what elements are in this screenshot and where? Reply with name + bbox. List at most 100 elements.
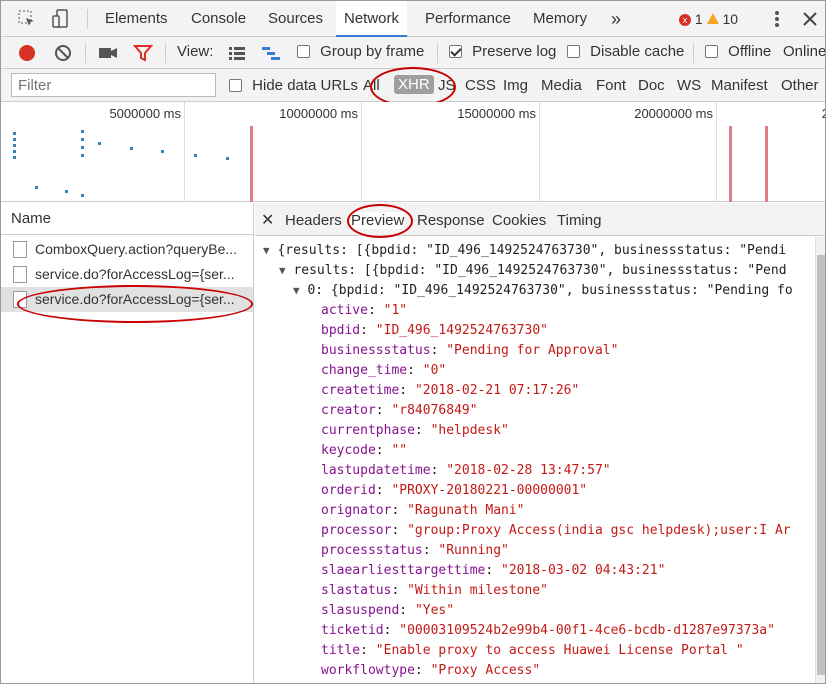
json-item0-line[interactable]: ▼ 0: {bpdid: "ID_496_1492524763730", bus… bbox=[293, 281, 793, 301]
json-root-line[interactable]: ▼ {results: [{bpdid: "ID_496_14925247637… bbox=[263, 241, 786, 261]
waterfall-icon[interactable] bbox=[261, 43, 281, 63]
tab-performance[interactable]: Performance bbox=[425, 1, 511, 37]
expand-triangle-icon[interactable]: ▼ bbox=[279, 264, 286, 277]
json-field-value: "helpdesk" bbox=[430, 423, 509, 438]
json-colon: : bbox=[485, 563, 502, 578]
preserve-log-checkbox[interactable] bbox=[449, 45, 462, 58]
json-field-line[interactable]: title: "Enable proxy to access Huawei Li… bbox=[321, 641, 744, 661]
tab-memory[interactable]: Memory bbox=[533, 1, 587, 37]
json-field-line[interactable]: orderid: "PROXY-20180221-00000001" bbox=[321, 481, 587, 501]
network-overview[interactable]: 5000000 ms 10000000 ms 15000000 ms 20000… bbox=[1, 102, 825, 202]
request-detail: ✕ Headers Preview Response Cookies Timin… bbox=[255, 203, 825, 683]
throttling-select[interactable]: Online bbox=[783, 43, 825, 60]
json-field-key: slaearliesttargettime bbox=[321, 563, 486, 578]
json-field-line[interactable]: businessstatus: "Pending for Approval" bbox=[321, 341, 618, 361]
expand-triangle-icon[interactable]: ▼ bbox=[293, 284, 300, 297]
record-icon[interactable] bbox=[17, 43, 37, 63]
tab-response[interactable]: Response bbox=[417, 212, 485, 229]
json-field-key: processstatus bbox=[321, 543, 423, 558]
json-field-line[interactable]: createtime: "2018-02-21 07:17:26" bbox=[321, 381, 579, 401]
tab-elements[interactable]: Elements bbox=[105, 1, 168, 37]
close-detail-icon[interactable]: ✕ bbox=[261, 210, 274, 230]
console-counts[interactable]: x 1 10 bbox=[679, 11, 738, 27]
inspect-element-icon[interactable] bbox=[17, 9, 37, 29]
group-by-frame-checkbox[interactable] bbox=[297, 45, 310, 58]
json-field-line[interactable]: creator: "r84076849" bbox=[321, 401, 478, 421]
filter-icon[interactable] bbox=[132, 43, 154, 63]
json-field-key: slastatus bbox=[321, 583, 392, 598]
json-field-line[interactable]: processstatus: "Running" bbox=[321, 541, 509, 561]
overview-gridline bbox=[184, 102, 185, 202]
group-by-frame-option[interactable]: Group by frame bbox=[297, 43, 424, 60]
json-field-line[interactable]: currentphase: "helpdesk" bbox=[321, 421, 509, 441]
tab-sources[interactable]: Sources bbox=[268, 1, 323, 37]
more-tabs-button[interactable]: » bbox=[611, 1, 621, 37]
filter-ws[interactable]: WS bbox=[677, 77, 701, 94]
overview-tick: 15000000 ms bbox=[457, 106, 536, 121]
json-colon: : bbox=[407, 363, 423, 378]
offline-checkbox[interactable] bbox=[705, 45, 718, 58]
json-field-line[interactable]: slastatus: "Within milestone" bbox=[321, 581, 548, 601]
filter-manifest[interactable]: Manifest bbox=[711, 77, 768, 94]
expand-triangle-icon[interactable]: ▼ bbox=[263, 244, 270, 257]
name-column-header[interactable]: Name bbox=[1, 203, 253, 235]
json-field-value: "PROXY-20180221-00000001" bbox=[391, 483, 588, 498]
separator bbox=[87, 9, 88, 29]
json-root-text: {results: [{bpdid: "ID_496_1492524763730… bbox=[277, 243, 787, 258]
tab-timing[interactable]: Timing bbox=[557, 212, 601, 229]
tab-cookies[interactable]: Cookies bbox=[492, 212, 546, 229]
json-field-line[interactable]: ticketid: "00003109524b2e99b4-00f1-4ce6-… bbox=[321, 621, 775, 641]
overview-request-marker bbox=[13, 150, 16, 153]
filter-other[interactable]: Other bbox=[781, 77, 819, 94]
hide-data-urls-option[interactable]: Hide data URLs bbox=[229, 77, 358, 94]
overview-request-marker bbox=[98, 142, 101, 145]
large-rows-icon[interactable] bbox=[227, 43, 247, 63]
filter-input[interactable] bbox=[11, 73, 216, 97]
json-field-line[interactable]: lastupdatetime: "2018-02-28 13:47:57" bbox=[321, 461, 611, 481]
scrollbar-thumb[interactable] bbox=[817, 255, 825, 675]
filter-font[interactable]: Font bbox=[596, 77, 626, 94]
offline-option[interactable]: Offline bbox=[705, 43, 771, 60]
json-results-line[interactable]: ▼ results: [{bpdid: "ID_496_149252476373… bbox=[279, 261, 787, 281]
device-toolbar-icon[interactable] bbox=[51, 9, 71, 29]
tab-console[interactable]: Console bbox=[191, 1, 246, 37]
tab-network[interactable]: Network bbox=[336, 1, 408, 37]
overview-tick: 10000000 ms bbox=[279, 106, 358, 121]
filter-img[interactable]: Img bbox=[503, 77, 528, 94]
preserve-log-option[interactable]: Preserve log bbox=[449, 43, 556, 60]
close-icon[interactable] bbox=[800, 9, 820, 29]
filter-css[interactable]: CSS bbox=[465, 77, 496, 94]
json-field-line[interactable]: slasuspend: "Yes" bbox=[321, 601, 454, 621]
json-field-line[interactable]: active: "1" bbox=[321, 301, 407, 321]
kebab-menu-icon[interactable] bbox=[767, 9, 787, 29]
json-colon: : bbox=[375, 403, 392, 418]
filter-bar: Hide data URLs All XHR JS CSS Img Media … bbox=[1, 67, 825, 107]
tab-headers[interactable]: Headers bbox=[285, 212, 342, 229]
error-icon: x bbox=[679, 14, 691, 26]
preview-scrollbar[interactable] bbox=[815, 237, 825, 683]
json-field-line[interactable]: orignator: "Ragunath Mani" bbox=[321, 501, 525, 521]
overview-request-marker bbox=[81, 130, 84, 133]
devtools-tabbar: Elements Console Sources Network Perform… bbox=[1, 1, 825, 37]
json-field-line[interactable]: change_time: "0" bbox=[321, 361, 446, 381]
overview-request-marker bbox=[13, 144, 16, 147]
json-field-value: "1" bbox=[383, 303, 408, 318]
disable-cache-checkbox[interactable] bbox=[567, 45, 580, 58]
disable-cache-label: Disable cache bbox=[590, 43, 685, 60]
json-field-line[interactable]: slaearliesttargettime: "2018-03-02 04:43… bbox=[321, 561, 665, 581]
request-row[interactable]: service.do?forAccessLog={ser... bbox=[1, 262, 253, 287]
disable-cache-option[interactable]: Disable cache bbox=[567, 43, 684, 60]
hide-data-urls-checkbox[interactable] bbox=[229, 79, 242, 92]
clear-icon[interactable] bbox=[53, 43, 73, 63]
filter-media[interactable]: Media bbox=[541, 77, 582, 94]
json-field-value: "Within milestone" bbox=[407, 583, 548, 598]
filter-doc[interactable]: Doc bbox=[638, 77, 665, 94]
request-row[interactable]: ComboxQuery.action?queryBe... bbox=[1, 237, 253, 262]
capture-screenshots-icon[interactable] bbox=[98, 43, 118, 63]
json-field-line[interactable]: workflowtype: "Proxy Access" bbox=[321, 661, 540, 681]
json-field-line[interactable]: bpdid: "ID_496_1492524763730" bbox=[321, 321, 548, 341]
json-field-key: keycode bbox=[321, 443, 376, 458]
json-field-line[interactable]: keycode: "" bbox=[321, 441, 407, 461]
json-field-line[interactable]: processor: "group:Proxy Access(india gsc… bbox=[321, 521, 791, 541]
json-field-value: "2018-02-28 13:47:57" bbox=[446, 463, 611, 478]
